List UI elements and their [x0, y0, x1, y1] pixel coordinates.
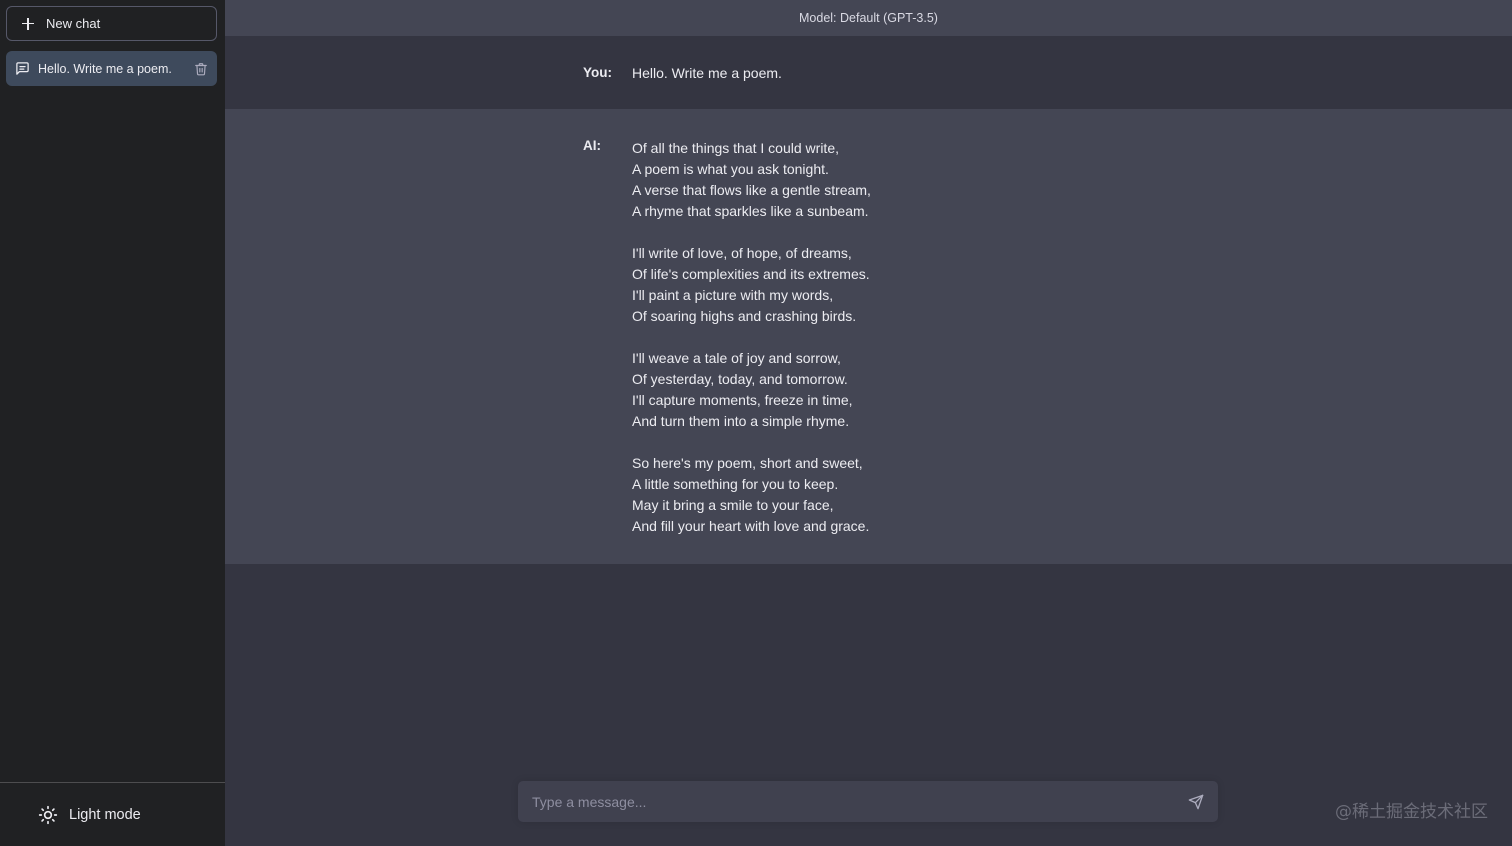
message-composer [518, 781, 1218, 822]
sidebar: New chat Hello. Write me a poem. Light m… [0, 0, 225, 846]
conversation-title: Hello. Write me a poem. [38, 61, 172, 76]
send-icon[interactable] [1188, 794, 1204, 810]
ai-message: AI: Of all the things that I could write… [225, 109, 1512, 564]
model-header: Model: Default (GPT-3.5) [225, 0, 1512, 36]
user-message-text: Hello. Write me a poem. [632, 65, 782, 81]
ai-role-label: AI: [583, 138, 601, 153]
plus-icon [21, 17, 35, 31]
user-role-label: You: [583, 65, 612, 80]
ai-message-text: Of all the things that I could write, A … [632, 140, 871, 534]
user-message: You: Hello. Write me a poem. [225, 36, 1512, 109]
trash-icon[interactable] [194, 62, 208, 76]
conversation-item[interactable]: Hello. Write me a poem. [6, 51, 217, 86]
app-window: New chat Hello. Write me a poem. Light m… [0, 0, 1512, 846]
watermark: @稀土掘金技术社区 [1335, 802, 1488, 822]
light-mode-toggle[interactable]: Light mode [0, 782, 225, 846]
new-chat-button[interactable]: New chat [6, 6, 217, 41]
message-input[interactable] [532, 793, 1188, 810]
new-chat-label: New chat [46, 16, 101, 31]
sun-icon [38, 805, 58, 824]
chat-main: Model: Default (GPT-3.5) You: Hello. Wri… [225, 0, 1512, 846]
chat-bubble-icon [16, 62, 29, 75]
light-mode-label: Light mode [69, 806, 141, 823]
model-label: Model: Default (GPT-3.5) [799, 11, 938, 25]
